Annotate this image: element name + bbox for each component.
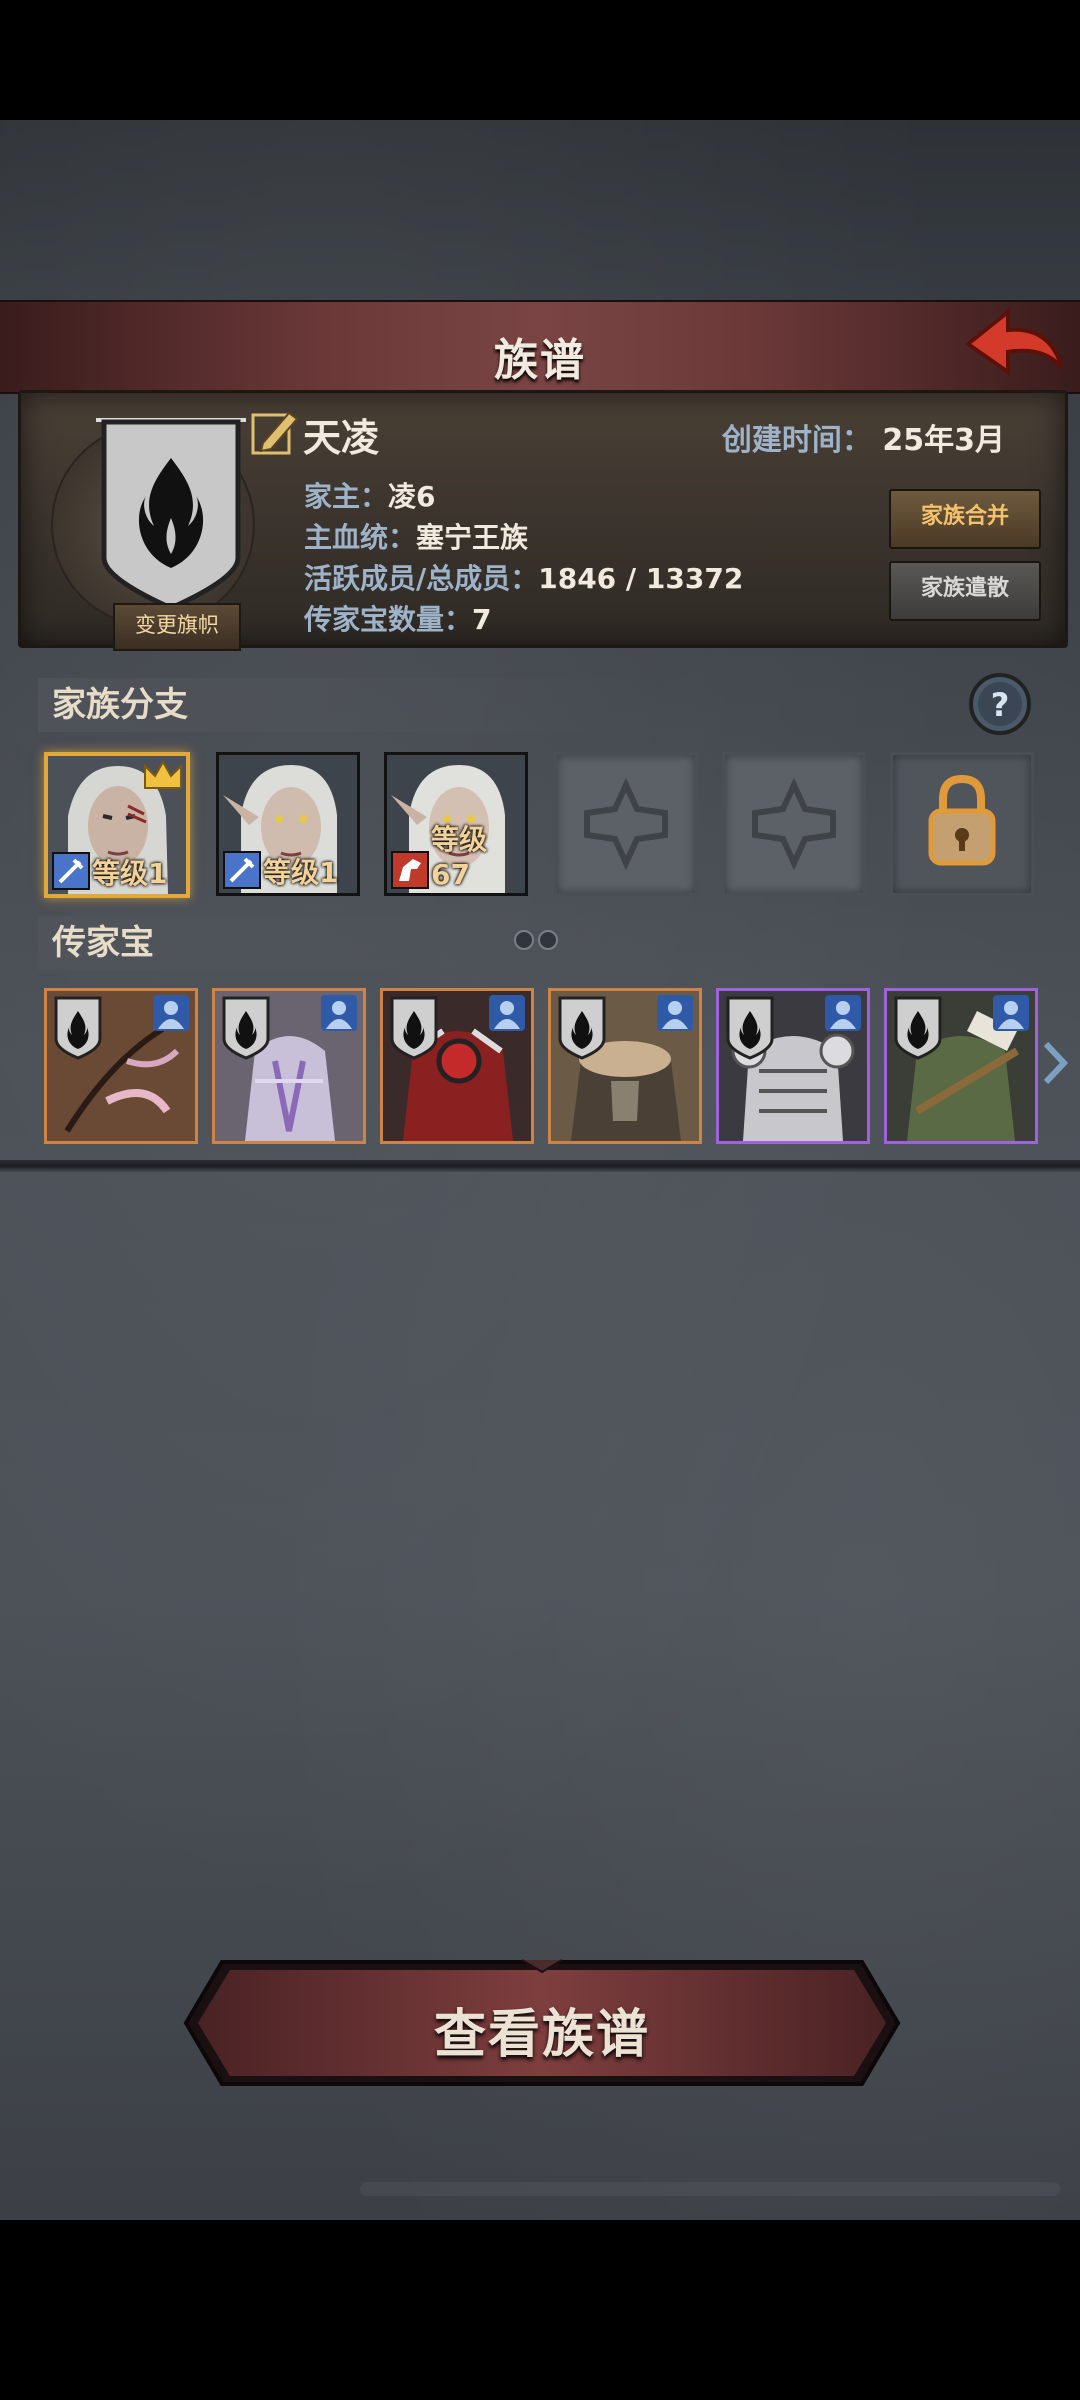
person-icon: [321, 995, 357, 1031]
cross-icon: [584, 777, 668, 871]
section-divider: [0, 1160, 1080, 1172]
heirloom-count-label: 传家宝数量：: [304, 603, 473, 636]
clan-disband-button[interactable]: 家族遣散: [889, 561, 1041, 621]
bloodline-label: 主血统：: [304, 521, 417, 554]
members-value: 1846 / 13372: [538, 562, 744, 595]
members-row: 活跃成员/总成员：1846 / 13372: [304, 557, 743, 597]
cross-icon: [752, 777, 836, 871]
page-title: 族谱: [494, 335, 586, 386]
carousel-dots: [514, 930, 558, 950]
heirloom-item-armor-crystal[interactable]: [212, 988, 366, 1144]
branch-member-3[interactable]: 等级67: [384, 752, 528, 896]
change-flag-button[interactable]: 变更旗帜: [113, 603, 241, 651]
empty-branch-slot[interactable]: [554, 752, 698, 896]
clan-head-row: 家主：凌6: [304, 475, 436, 515]
help-icon[interactable]: ?: [968, 672, 1032, 736]
level-label: 等级1: [263, 856, 339, 889]
heirloom-item-green-cloak[interactable]: [884, 988, 1038, 1144]
clan-shield-icon: [222, 996, 270, 1060]
clan-merge-button[interactable]: 家族合并: [889, 489, 1041, 549]
back-arrow-icon[interactable]: [958, 306, 1068, 388]
bloodline-row: 主血统：塞宁王族: [304, 516, 528, 556]
clan-shield-icon: [390, 996, 438, 1060]
created-value: 25年3月: [882, 423, 1005, 458]
bloodline-value: 塞宁王族: [416, 521, 529, 554]
clan-shield-icon: [726, 996, 774, 1060]
clan-shield-icon: [558, 996, 606, 1060]
view-genealogy-label: 查看族谱: [433, 2005, 650, 2065]
branches-section-label: 家族分支: [38, 678, 652, 732]
horse-icon: [391, 851, 429, 889]
clan-info-panel: 变更旗帜 天凌 创建时间： 25年3月 家主：凌6 主血统：塞宁王族 活跃成员/…: [18, 390, 1068, 651]
clan-head-label: 家主：: [304, 480, 389, 513]
person-icon: [825, 995, 861, 1031]
person-icon: [489, 995, 525, 1031]
clan-banner-icon[interactable]: [96, 408, 246, 618]
heirloom-item-plate-armor[interactable]: [716, 988, 870, 1144]
screen: 族谱 变更旗帜 天凌 创建时间： 25年3月 家主：凌6 主血统：塞宁王族 活跃…: [0, 0, 1080, 2400]
title-bar: 族谱: [0, 300, 1080, 394]
created-label: 创建时间：: [721, 423, 872, 458]
heirloom-item-bow[interactable]: [44, 988, 198, 1144]
person-icon: [993, 995, 1029, 1031]
clan-shield-icon: [894, 996, 942, 1060]
level-label: 等级1: [92, 857, 168, 890]
branch-member-1[interactable]: 等级1: [44, 752, 190, 898]
game-area: 族谱 变更旗帜 天凌 创建时间： 25年3月 家主：凌6 主血统：塞宁王族 活跃…: [0, 120, 1080, 2220]
level-label: 等级67: [431, 823, 488, 891]
heirloom-item-crimson-armor[interactable]: [380, 988, 534, 1144]
lock-icon: [928, 774, 996, 866]
svg-text:?: ?: [991, 686, 1010, 724]
heirloom-count-row: 传家宝数量：7: [304, 598, 492, 638]
clan-shield-icon: [54, 996, 102, 1060]
person-icon: [153, 995, 189, 1031]
edit-name-icon[interactable]: [249, 407, 301, 459]
empty-branch-slot[interactable]: [722, 752, 866, 896]
heirloom-count-value: 7: [472, 603, 492, 636]
bottom-bar: [360, 2182, 1060, 2196]
crown-icon: [144, 759, 182, 789]
view-genealogy-button[interactable]: 查看族谱: [182, 1958, 902, 2088]
person-icon: [657, 995, 693, 1031]
locked-branch-slot[interactable]: [890, 752, 1034, 896]
created-time: 创建时间： 25年3月: [722, 415, 1005, 459]
clan-name: 天凌: [303, 416, 380, 460]
heirloom-item-fur-armor[interactable]: [548, 988, 702, 1144]
members-label: 活跃成员/总成员：: [304, 562, 539, 595]
sword-icon: [223, 851, 261, 889]
clan-head-value: 凌6: [388, 480, 436, 513]
sword-icon: [52, 852, 90, 890]
chevron-right-icon[interactable]: [1040, 1040, 1070, 1086]
branch-member-2[interactable]: 等级1: [216, 752, 360, 896]
